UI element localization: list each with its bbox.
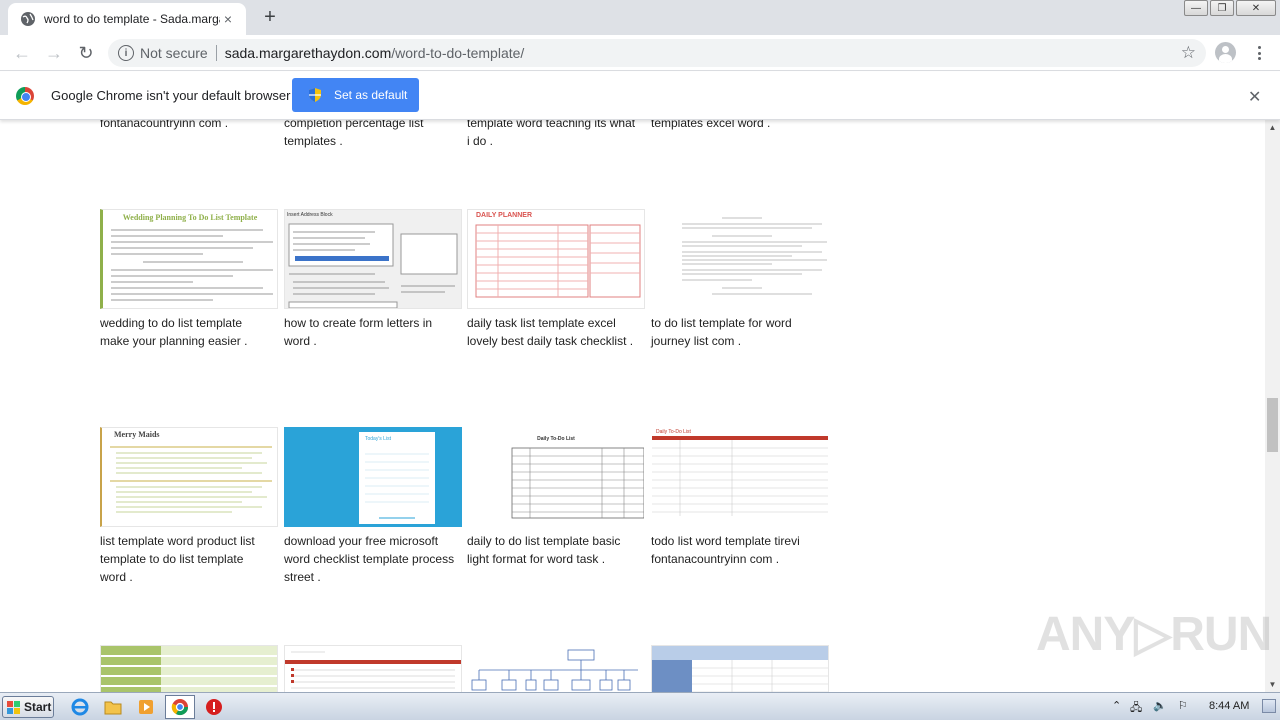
infobar-message: Google Chrome isn't your default browser (51, 88, 291, 103)
url-path: /word-to-do-template/ (391, 45, 525, 61)
tab-title: word to do template - Sada.margare (44, 12, 220, 26)
info-icon[interactable]: i (118, 45, 134, 61)
gallery-caption[interactable]: template word teaching its what i do . (467, 120, 647, 150)
thumbnail-wedding-todo[interactable]: Wedding Planning To Do List Template (100, 209, 278, 309)
reload-button[interactable]: ↻ (74, 41, 98, 65)
url-host: sada.margarethaydon.com (224, 45, 392, 61)
globe-icon (21, 12, 35, 26)
network-icon[interactable]: 🖧 (1130, 699, 1142, 718)
set-as-default-label: Set as default (334, 88, 408, 102)
document-preview (111, 229, 273, 301)
planner-preview (475, 224, 641, 298)
infobar-close-icon[interactable]: ✕ (1248, 87, 1261, 107)
thumbnail-daily-todo-basic[interactable]: Daily To-Do List (467, 427, 645, 527)
volume-icon[interactable]: 🔈 (1153, 699, 1167, 712)
tab-active[interactable]: word to do template - Sada.margare × (8, 3, 246, 35)
set-as-default-button[interactable]: Set as default (292, 78, 419, 112)
checklist-preview (110, 446, 272, 513)
scroll-up-icon[interactable]: ▲ (1265, 120, 1280, 135)
window-controls: — ❐ ✕ (1182, 0, 1276, 18)
gallery-caption[interactable]: daily task list template excel lovely bes… (467, 314, 649, 350)
back-button[interactable]: ← (10, 41, 34, 65)
windows-logo-icon (7, 700, 20, 714)
thumbnail-merry-maids[interactable]: Merry Maids (100, 427, 278, 527)
folder-icon[interactable] (103, 697, 123, 717)
uac-shield-icon (309, 88, 321, 102)
bookmark-star-icon[interactable]: ☆ (1181, 43, 1196, 63)
gallery-caption[interactable]: wedding to do list template make your pla… (100, 314, 280, 350)
security-indicator[interactable]: Not secure (140, 45, 217, 61)
show-desktop-button[interactable] (1262, 699, 1276, 713)
chrome-logo-icon (16, 87, 34, 105)
minimize-button[interactable]: — (1184, 0, 1208, 16)
maximize-button[interactable]: ❐ (1210, 0, 1234, 16)
thumbnail-journey-list[interactable] (651, 209, 829, 309)
chrome-menu-icon[interactable] (1252, 44, 1266, 62)
gallery-caption[interactable]: completion percentage list templates . (284, 120, 464, 150)
thumbnail-red-header[interactable] (284, 645, 462, 692)
org-chart-preview (471, 649, 638, 691)
table-preview (652, 436, 828, 516)
start-button[interactable]: Start (2, 696, 54, 718)
default-browser-infobar: Google Chrome isn't your default browser… (0, 72, 1280, 120)
dialog-preview (288, 223, 458, 308)
gallery-caption[interactable]: daily to do list template basic light for… (467, 532, 647, 568)
start-label: Start (24, 700, 52, 714)
stop-icon[interactable] (204, 697, 224, 717)
browser-toolbar: ← → ↻ i Not secure sada.margarethaydon.c… (0, 35, 1280, 71)
chrome-taskbar-icon[interactable] (165, 695, 195, 719)
gallery-caption[interactable]: how to create form letters in word . (284, 314, 464, 350)
gallery-caption[interactable]: todo list word template tirevi fontanacou… (651, 532, 831, 568)
taskbar-clock[interactable]: 8:44 AM (1209, 700, 1249, 712)
thumbnail-excel-screen[interactable] (651, 645, 829, 692)
scroll-down-icon[interactable]: ▼ (1265, 677, 1280, 692)
gallery-caption[interactable]: templates excel word . (651, 120, 831, 132)
scrollbar-thumb[interactable] (1267, 398, 1278, 452)
table-preview (511, 447, 644, 519)
thumbnail-word-checklist[interactable]: Today's List (284, 427, 462, 527)
media-player-icon[interactable] (136, 697, 156, 717)
thumbnail-daily-planner[interactable]: DAILY PLANNER (467, 209, 645, 309)
spreadsheet-preview (652, 646, 828, 692)
close-window-button[interactable]: ✕ (1236, 0, 1276, 16)
thumbnail-green-list[interactable] (100, 645, 278, 692)
windows-taskbar: Start ⌃ 🖧 🔈 ⚐ 8:44 AM (0, 692, 1280, 720)
address-bar[interactable]: i Not secure sada.margarethaydon.com /wo… (108, 39, 1206, 67)
tab-close-icon[interactable]: × (220, 11, 236, 27)
list-preview (285, 651, 461, 689)
anyrun-watermark: ANY▷RUN (1036, 608, 1272, 661)
ie-icon[interactable] (70, 697, 90, 717)
gallery-caption[interactable]: list template word product list template … (100, 532, 280, 586)
profile-avatar[interactable] (1215, 42, 1236, 63)
forward-button[interactable]: → (42, 41, 66, 65)
document-page: Today's List (359, 432, 435, 524)
gallery-caption[interactable]: to do list template for word journey list… (651, 314, 831, 350)
gallery-caption[interactable]: download your free microsoft word checkli… (284, 532, 466, 586)
thumbnail-todo-red[interactable]: Daily To-Do List (651, 427, 829, 527)
gallery-caption[interactable]: fontanacountryinn com . (100, 120, 280, 132)
thumbnail-org-chart[interactable] (467, 645, 645, 692)
tray-expand-icon[interactable]: ⌃ (1112, 699, 1121, 712)
list-preview (101, 646, 277, 692)
thumbnail-form-letters[interactable]: Insert Address Block (284, 209, 462, 309)
new-tab-button[interactable]: + (259, 6, 281, 28)
action-center-flag-icon[interactable]: ⚐ (1178, 699, 1188, 712)
tab-strip: word to do template - Sada.margare × + —… (0, 0, 1280, 35)
document-preview (682, 217, 827, 295)
